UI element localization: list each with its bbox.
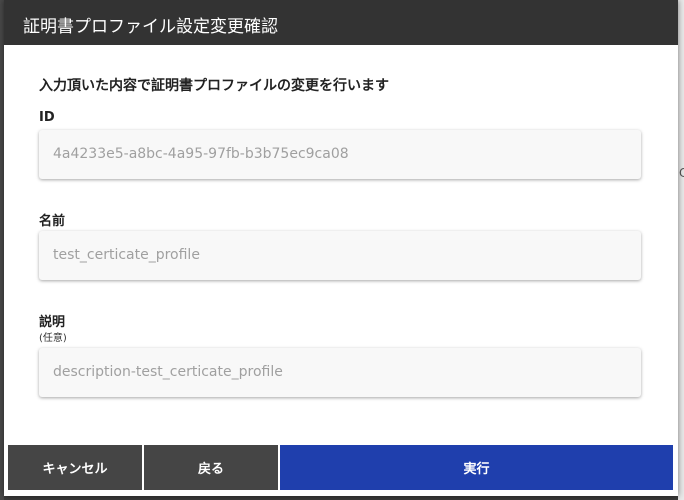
- description-field: description-test_certicate_profile: [39, 348, 641, 397]
- confirm-message: 入力頂いた内容で証明書プロファイルの変更を行います: [39, 78, 389, 94]
- background-partial-text: C: [679, 166, 684, 180]
- description-label: 説明: [39, 315, 66, 330]
- back-button[interactable]: 戻る: [144, 445, 278, 490]
- dialog-header: 証明書プロファイル設定変更確認: [4, 0, 678, 45]
- cancel-button[interactable]: キャンセル: [8, 445, 142, 490]
- id-label: ID: [39, 110, 55, 125]
- description-optional-note: (任意): [39, 333, 67, 344]
- confirm-dialog: 証明書プロファイル設定変更確認 入力頂いた内容で証明書プロファイルの変更を行いま…: [4, 0, 678, 496]
- execute-button[interactable]: 実行: [280, 445, 673, 490]
- name-field: test_certicate_profile: [39, 231, 641, 280]
- id-value: 4a4233e5-a8bc-4a95-97fb-b3b75ec9ca08: [53, 146, 349, 162]
- background-right-edge: [678, 0, 684, 500]
- name-label: 名前: [39, 214, 66, 229]
- name-value: test_certicate_profile: [53, 247, 200, 263]
- id-field: 4a4233e5-a8bc-4a95-97fb-b3b75ec9ca08: [39, 130, 641, 179]
- description-value: description-test_certicate_profile: [53, 364, 283, 380]
- dialog-title: 証明書プロファイル設定変更確認: [23, 17, 278, 37]
